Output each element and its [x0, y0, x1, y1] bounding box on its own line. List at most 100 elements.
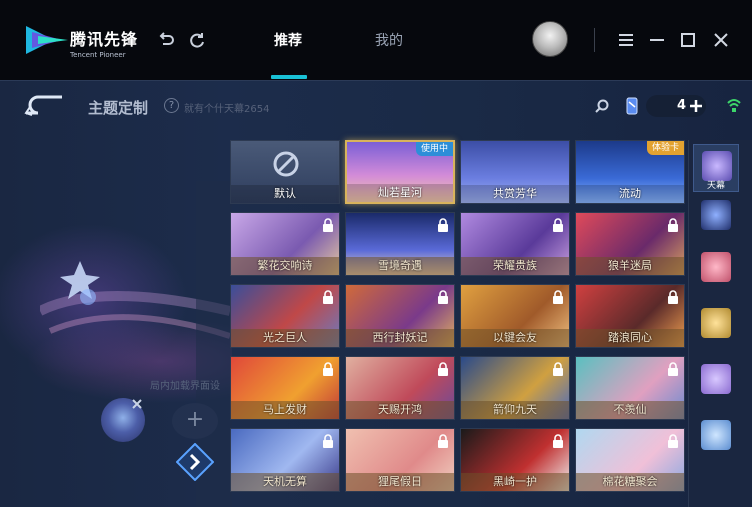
theme-card-label: 箭仰九天: [461, 401, 569, 419]
theme-card-label: 光之巨人: [231, 329, 339, 347]
no-theme-icon: [273, 151, 299, 177]
theme-card-label: 棉花糖聚会: [576, 473, 684, 491]
minimize-icon[interactable]: [647, 30, 667, 50]
page-subtitle: 就有个什天幕2654: [184, 104, 270, 115]
trial-badge: 体验卡: [646, 141, 684, 155]
theme-card-label: 马上发财: [231, 401, 339, 419]
sidebar-item-crystal[interactable]: [693, 414, 739, 462]
lock-icon: [668, 218, 678, 232]
theme-card-label: 狼羊迷局: [576, 257, 684, 275]
lock-icon: [668, 362, 678, 376]
theme-card[interactable]: 黑崎一护: [460, 428, 570, 492]
theme-card-label: 踏浪同心: [576, 329, 684, 347]
app-window: 腾讯先锋 Tencent Pioneer 推荐 我的 主题定制 ? 就有个什天幕…: [0, 0, 752, 507]
gold-category-icon: [701, 308, 731, 338]
theme-card-label: 狸尾假日: [346, 473, 454, 491]
theme-card[interactable]: 狼羊迷局: [575, 212, 685, 276]
theme-card[interactable]: 雪境奇遇: [345, 212, 455, 276]
theme-card[interactable]: 西行封妖记: [345, 284, 455, 348]
lock-icon: [438, 434, 448, 448]
active-tab-indicator: [271, 75, 307, 79]
theme-card[interactable]: 默认: [230, 140, 340, 204]
menu-icon[interactable]: [616, 30, 636, 50]
titlebar-divider: [594, 28, 595, 52]
crystal-category-icon: [701, 420, 731, 450]
theme-card-label: 以键会友: [461, 329, 569, 347]
theme-card[interactable]: 狸尾假日: [345, 428, 455, 492]
undo-icon[interactable]: [156, 30, 176, 50]
remove-preview-icon[interactable]: [131, 398, 143, 410]
theme-card-label: 天机无算: [231, 473, 339, 491]
feather-category-icon: [701, 364, 731, 394]
tab-mine[interactable]: 我的: [375, 30, 403, 50]
add-preview-button[interactable]: +: [172, 403, 218, 439]
user-avatar[interactable]: [532, 21, 568, 57]
theme-card-label: 黑崎一护: [461, 473, 569, 491]
lock-icon: [438, 290, 448, 304]
lock-icon: [553, 218, 563, 232]
search-icon[interactable]: [595, 99, 609, 113]
brand: 腾讯先锋 Tencent Pioneer: [70, 26, 138, 59]
sky-category-icon: [702, 151, 732, 181]
sidebar-item-gold[interactable]: [693, 302, 739, 350]
theme-card[interactable]: 体验卡流动: [575, 140, 685, 204]
theme-card[interactable]: 踏浪同心: [575, 284, 685, 348]
theme-card[interactable]: 使用中灿若星河: [345, 140, 455, 204]
theme-card[interactable]: 不羡仙: [575, 356, 685, 420]
theme-card[interactable]: 共赏芳华: [460, 140, 570, 204]
maximize-icon[interactable]: [678, 30, 698, 50]
lock-icon: [323, 218, 333, 232]
lock-icon: [323, 362, 333, 376]
sidebar-item-pink[interactable]: [693, 246, 739, 294]
brand-tagline: Tencent Pioneer: [70, 51, 126, 59]
next-arrow-icon[interactable]: [176, 443, 214, 481]
page-title: 主题定制: [88, 99, 149, 117]
theme-grid: 默认 使用中 灿若星河 共赏芳华 体验卡 流动 繁花交响诗 雪境奇遇 荣耀贵族 狼羊迷局 光之巨人西…: [230, 140, 688, 507]
theme-card-label: 天赐开鸿: [346, 401, 454, 419]
theme-card-label: 不羡仙: [576, 401, 684, 419]
sidebar-item-sky[interactable]: 天幕: [693, 144, 739, 192]
theme-card-label: 雪境奇遇: [346, 257, 454, 275]
in-use-badge: 使用中: [415, 142, 453, 156]
close-icon[interactable]: [711, 30, 731, 50]
loading-screen-hint: 局内加载界面设: [150, 381, 220, 392]
theme-card-label: 默认: [231, 185, 339, 203]
help-icon[interactable]: ?: [164, 98, 179, 113]
theme-card-label: 西行封妖记: [346, 329, 454, 347]
theme-card[interactable]: 箭仰九天: [460, 356, 570, 420]
brand-name: 腾讯先锋: [70, 30, 139, 49]
lock-icon: [668, 434, 678, 448]
lock-icon: [438, 218, 448, 232]
back-button[interactable]: [24, 93, 64, 117]
theme-card[interactable]: 光之巨人: [230, 284, 340, 348]
theme-card[interactable]: 荣耀贵族: [460, 212, 570, 276]
tencent-pioneer-logo-icon: [26, 26, 68, 54]
theme-card-label: 繁花交响诗: [231, 257, 339, 275]
lock-icon: [553, 290, 563, 304]
theme-card[interactable]: 马上发财: [230, 356, 340, 420]
theme-card-label: 灿若星河: [347, 184, 453, 202]
sidebar-item-mecha[interactable]: [693, 194, 739, 242]
sidebar-item-label: 天幕: [706, 181, 725, 191]
theme-card[interactable]: 天赐开鸿: [345, 356, 455, 420]
theme-category-sidebar: 天幕: [688, 140, 752, 507]
tab-recommend[interactable]: 推荐: [274, 30, 302, 50]
refresh-icon[interactable]: [187, 30, 207, 50]
theme-card[interactable]: 以键会友: [460, 284, 570, 348]
theme-card[interactable]: 天机无算: [230, 428, 340, 492]
sidebar-item-feather[interactable]: [693, 358, 739, 406]
lock-icon: [323, 290, 333, 304]
theme-card-label: 荣耀贵族: [461, 257, 569, 275]
theme-card[interactable]: 棉花糖聚会: [575, 428, 685, 492]
theme-card-label: 流动: [576, 185, 684, 203]
phone-card-icon[interactable]: [626, 97, 638, 115]
theme-card-label: 共赏芳华: [461, 185, 569, 203]
theme-card[interactable]: 繁花交响诗: [230, 212, 340, 276]
lock-icon: [668, 290, 678, 304]
lock-icon: [553, 362, 563, 376]
add-currency-icon[interactable]: [688, 98, 704, 114]
lock-icon: [553, 434, 563, 448]
lock-icon: [438, 362, 448, 376]
pink-category-icon: [701, 252, 731, 282]
title-bar: 腾讯先锋 Tencent Pioneer 推荐 我的: [0, 0, 752, 80]
